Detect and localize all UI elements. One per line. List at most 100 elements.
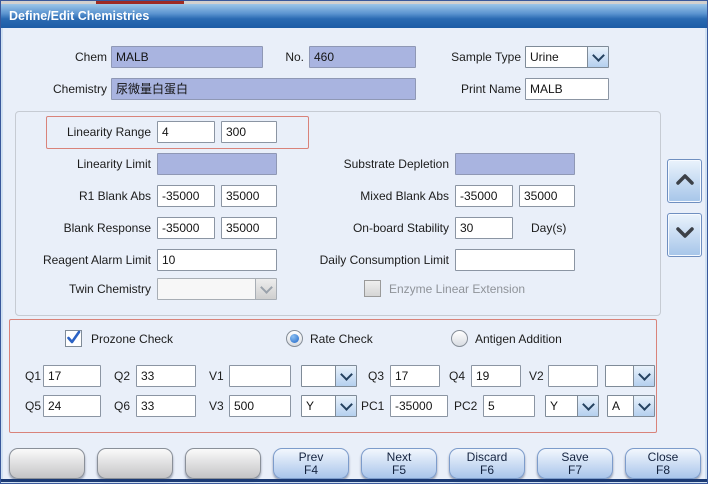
onboard-stability-input[interactable]	[455, 217, 513, 239]
unused-button-3[interactable]	[185, 448, 261, 479]
v3-input[interactable]	[229, 395, 291, 417]
unused-button-1[interactable]	[9, 448, 85, 479]
pc-option-1-select[interactable]: Y	[545, 395, 599, 417]
v3-option-select[interactable]: Y	[301, 395, 357, 417]
prozone-check-label: Prozone Check	[91, 332, 173, 346]
chevron-down-icon[interactable]	[633, 396, 654, 416]
q2-input[interactable]	[136, 365, 196, 387]
reagent-alarm-limit-label: Reagent Alarm Limit	[19, 253, 151, 267]
blank-response-label: Blank Response	[19, 221, 151, 235]
next-button-key: F5	[362, 464, 436, 477]
sample-type-value: Urine	[526, 47, 587, 67]
substrate-depletion-field	[455, 153, 575, 175]
v2-input[interactable]	[548, 365, 598, 387]
title-bar: Define/Edit Chemistries	[1, 4, 708, 28]
chevron-down-icon[interactable]	[633, 366, 654, 386]
twin-chemistry-label: Twin Chemistry	[19, 282, 151, 296]
scroll-up-button[interactable]	[667, 159, 702, 203]
no-field: 460	[309, 46, 416, 68]
pc1-input[interactable]	[390, 395, 448, 417]
chevron-down-icon	[255, 279, 276, 299]
v1-input[interactable]	[229, 365, 291, 387]
v3-label: V3	[209, 399, 224, 413]
antigen-addition-radio[interactable]	[451, 330, 468, 347]
v2-option-select[interactable]	[605, 365, 655, 387]
rate-check-radio[interactable]	[286, 330, 303, 347]
mixed-blank-abs-high-input[interactable]	[519, 185, 575, 207]
linearity-range-high-input[interactable]	[221, 121, 277, 143]
pc-option-1-value: Y	[546, 396, 577, 416]
v1-option-value	[302, 366, 335, 386]
chevron-down-icon[interactable]	[587, 47, 608, 67]
close-button[interactable]: Close F8	[625, 448, 701, 479]
onboard-stability-label: On-board Stability	[291, 221, 449, 235]
prozone-check-checkbox[interactable]	[65, 330, 82, 347]
daily-consumption-limit-label: Daily Consumption Limit	[291, 253, 449, 267]
define-edit-chemistries-dialog: Define/Edit Chemistries Chem MALB No. 46…	[0, 0, 708, 484]
pc2-label: PC2	[454, 399, 477, 413]
linearity-range-label: Linearity Range	[19, 125, 151, 139]
q4-label: Q4	[449, 369, 465, 383]
r1-blank-abs-high-input[interactable]	[221, 185, 277, 207]
mixed-blank-abs-label: Mixed Blank Abs	[291, 189, 449, 203]
pc2-input[interactable]	[483, 395, 535, 417]
discard-button-key: F6	[450, 464, 524, 477]
q1-label: Q1	[25, 369, 41, 383]
blank-response-low-input[interactable]	[157, 217, 215, 239]
q5-label: Q5	[25, 399, 41, 413]
v2-option-value	[606, 366, 633, 386]
prev-button[interactable]: Prev F4	[273, 448, 349, 479]
sample-type-label: Sample Type	[429, 50, 521, 64]
chem-label: Chem	[41, 50, 107, 64]
sample-type-select[interactable]: Urine	[525, 46, 609, 68]
r1-blank-abs-low-input[interactable]	[157, 185, 215, 207]
discard-button[interactable]: Discard F6	[449, 448, 525, 479]
arrow-up-icon	[676, 172, 694, 190]
unused-button-2[interactable]	[97, 448, 173, 479]
q4-input[interactable]	[471, 365, 521, 387]
chevron-down-icon[interactable]	[577, 396, 598, 416]
antigen-addition-label: Antigen Addition	[475, 332, 562, 346]
close-button-key: F8	[626, 464, 700, 477]
q3-input[interactable]	[390, 365, 440, 387]
dialog-title: Define/Edit Chemistries	[9, 9, 149, 23]
no-label: No.	[269, 50, 304, 64]
daily-consumption-limit-input[interactable]	[455, 249, 575, 271]
chevron-down-icon[interactable]	[335, 366, 356, 386]
r1-blank-abs-label: R1 Blank Abs	[19, 189, 151, 203]
q1-input[interactable]	[43, 365, 101, 387]
reagent-alarm-limit-input[interactable]	[157, 249, 277, 271]
chevron-down-icon[interactable]	[335, 396, 356, 416]
linearity-limit-field	[157, 153, 277, 175]
linearity-limit-label: Linearity Limit	[19, 157, 151, 171]
mixed-blank-abs-low-input[interactable]	[455, 185, 513, 207]
pc-option-2-select[interactable]: A	[607, 395, 655, 417]
substrate-depletion-label: Substrate Depletion	[291, 157, 449, 171]
save-button-key: F7	[538, 464, 612, 477]
twin-chemistry-value	[158, 279, 255, 299]
blank-response-high-input[interactable]	[221, 217, 277, 239]
chem-field: MALB	[111, 46, 263, 68]
twin-chemistry-select	[157, 278, 277, 300]
enzyme-linear-extension-label: Enzyme Linear Extension	[389, 282, 525, 296]
q5-input[interactable]	[43, 395, 101, 417]
q6-label: Q6	[114, 399, 130, 413]
scroll-down-button[interactable]	[667, 213, 702, 257]
v3-option-value: Y	[302, 396, 335, 416]
arrow-down-icon	[676, 226, 694, 244]
q2-label: Q2	[114, 369, 130, 383]
print-name-input[interactable]	[525, 78, 609, 100]
rate-check-label: Rate Check	[310, 332, 373, 346]
enzyme-linear-extension-checkbox	[364, 280, 381, 297]
q6-input[interactable]	[136, 395, 196, 417]
v1-label: V1	[209, 369, 224, 383]
v1-option-select[interactable]	[301, 365, 357, 387]
print-name-label: Print Name	[429, 82, 521, 96]
save-button[interactable]: Save F7	[537, 448, 613, 479]
chemistry-label: Chemistry	[29, 82, 107, 96]
pc-option-2-value: A	[608, 396, 633, 416]
pc1-label: PC1	[361, 399, 384, 413]
linearity-range-low-input[interactable]	[157, 121, 215, 143]
next-button[interactable]: Next F5	[361, 448, 437, 479]
onboard-stability-unit: Day(s)	[531, 221, 566, 235]
